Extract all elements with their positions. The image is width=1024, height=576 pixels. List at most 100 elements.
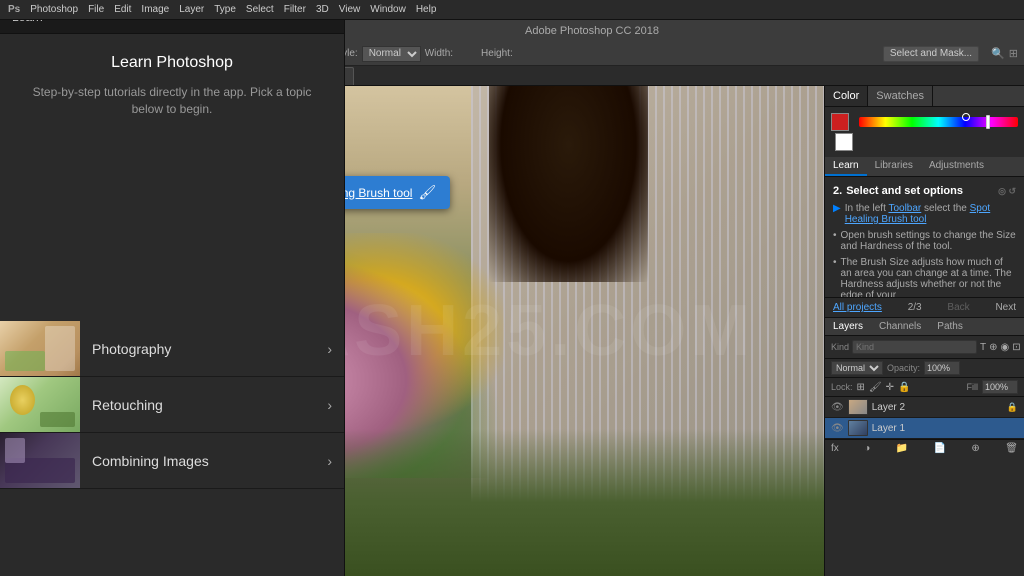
learn-app-title: Learn Photoshop	[16, 54, 328, 72]
panels-icon[interactable]: ⊞	[1009, 47, 1018, 60]
layers-props: Normal Opacity:	[825, 359, 1024, 378]
layer-2-thumb	[848, 399, 868, 415]
lock-all-icon[interactable]: 🔒	[898, 382, 910, 393]
opacity-input[interactable]	[924, 361, 960, 375]
color-picker-section	[825, 107, 1024, 157]
color-panel: Color Swatches	[825, 86, 1024, 157]
new-fill-adjustment-icon[interactable]: ◑	[864, 443, 870, 454]
all-projects-link[interactable]: All projects	[833, 302, 882, 313]
libraries-tab[interactable]: Libraries	[867, 157, 921, 176]
learn-item-combining[interactable]: Combining Images ›	[0, 433, 344, 489]
learn-tab[interactable]: Learn	[825, 157, 867, 176]
fill-input[interactable]	[982, 380, 1018, 394]
combining-thumb-image	[0, 433, 80, 488]
background-color-panel[interactable]	[835, 133, 853, 151]
adjustments-tab[interactable]: Adjustments	[921, 157, 992, 176]
new-layer-icon[interactable]: 📄	[934, 443, 946, 454]
fill-label: Fill	[967, 382, 979, 392]
menu-edit[interactable]: Edit	[114, 4, 131, 15]
lock-image-icon[interactable]: 🖌	[869, 382, 882, 393]
lock-position-icon[interactable]: ✛	[886, 382, 894, 393]
layers-tabs: Layers Channels Paths	[825, 318, 1024, 336]
learn-subtitle: Step-by-step tutorials directly in the a…	[16, 84, 328, 118]
photography-arrow-icon: ›	[327, 341, 344, 357]
search-icon[interactable]: 🔍	[991, 47, 1005, 60]
photography-label: Photography	[80, 341, 327, 357]
step-2: • Open brush settings to change the Size…	[833, 230, 1016, 252]
menu-image[interactable]: Image	[141, 4, 169, 15]
step-1: ▶ In the left Toolbar select the Spot He…	[833, 203, 1016, 225]
right-panel: Color Swatches	[824, 86, 1024, 576]
bullet-icon: •	[833, 230, 837, 252]
menu-bar: Ps Photoshop File Edit Image Layer Type …	[0, 0, 1024, 20]
step-2-text: Open brush settings to change the Size a…	[841, 230, 1016, 252]
menu-file[interactable]: File	[88, 4, 104, 15]
learn-item-photography[interactable]: Photography ›	[0, 321, 344, 377]
menu-type[interactable]: Type	[214, 4, 236, 15]
back-button[interactable]: Back	[947, 302, 969, 313]
select-mask-button[interactable]: Select and Mask...	[883, 46, 979, 62]
retouching-thumb-image	[0, 377, 80, 432]
layers-controls: Kind T ⊕ ◉ ⊡	[825, 336, 1024, 359]
new-layer-group-icon[interactable]: 📁	[896, 443, 908, 454]
step-title-text: Select and set options	[846, 185, 963, 197]
paths-tab[interactable]: Paths	[929, 318, 971, 335]
step-3: • The Brush Size adjusts how much of an …	[833, 257, 1016, 297]
blend-mode-select[interactable]: Normal	[831, 361, 883, 375]
width-label: Width:	[425, 48, 453, 59]
add-mask-icon[interactable]: ⊕	[971, 443, 979, 454]
color-panel-header: Color Swatches	[825, 86, 1024, 107]
layer-options-icon[interactable]: T	[980, 342, 986, 353]
opacity-label: Opacity:	[887, 363, 920, 373]
layer-visibility-filter[interactable]: ◉	[1001, 342, 1010, 353]
combining-arrow-icon: ›	[327, 453, 344, 469]
next-button[interactable]: Next	[995, 302, 1016, 313]
channels-tab[interactable]: Channels	[871, 318, 929, 335]
layer-2-name: Layer 2	[872, 402, 1003, 413]
layer-item-2[interactable]: 👁 Layer 2 🔒	[825, 397, 1024, 418]
color-picker-row	[831, 113, 1018, 151]
layers-tab[interactable]: Layers	[825, 318, 871, 335]
menu-help[interactable]: Help	[416, 4, 437, 15]
layer-1-name: Layer 1	[872, 423, 1018, 434]
learn-item-retouching[interactable]: Retouching ›	[0, 377, 344, 433]
combining-thumbnail	[0, 433, 80, 488]
swatches-tab[interactable]: Swatches	[868, 86, 933, 106]
hue-strip[interactable]	[859, 117, 1018, 127]
color-tab[interactable]: Color	[825, 86, 868, 106]
layers-search[interactable]	[852, 340, 977, 354]
step-3-text: The Brush Size adjusts how much of an ar…	[841, 257, 1016, 297]
menu-view[interactable]: View	[339, 4, 361, 15]
style-select[interactable]: Normal	[362, 46, 421, 62]
color-gradient-container	[859, 113, 1018, 127]
layers-footer: fx ◑ 📁 📄 ⊕ 🗑	[825, 439, 1024, 457]
menu-photoshop[interactable]: Photoshop	[30, 4, 78, 15]
menu-3d[interactable]: 3D	[316, 4, 329, 15]
lock-label: Lock:	[831, 382, 853, 392]
step-nav: All projects 2/3 Back Next	[825, 297, 1024, 317]
ps-logo: Ps	[8, 4, 20, 15]
layer-2-visibility-icon[interactable]: 👁	[831, 402, 844, 413]
foreground-color-panel[interactable]	[831, 113, 849, 131]
learn-section: Learn Libraries Adjustments 2. Select an…	[825, 157, 1024, 317]
layer-toggle[interactable]: ⊡	[1012, 342, 1020, 353]
layer-1-thumb	[848, 420, 868, 436]
menu-select[interactable]: Select	[246, 4, 274, 15]
delete-layer-icon[interactable]: 🗑	[1005, 443, 1018, 454]
lock-transparent-icon[interactable]: ⊞	[857, 382, 865, 393]
hue-indicator[interactable]	[986, 115, 990, 129]
color-boxes-panel	[831, 113, 853, 151]
toolbar-link[interactable]: Toolbar	[888, 203, 921, 214]
menu-window[interactable]: Window	[370, 4, 406, 15]
layer-filter-icon[interactable]: ⊕	[989, 342, 997, 353]
retouching-arrow-icon: ›	[327, 397, 344, 413]
layer-1-visibility-icon[interactable]: 👁	[831, 423, 844, 434]
step-controls: ◎ ↺	[998, 186, 1016, 197]
layer-item-1[interactable]: 👁 Layer 1	[825, 418, 1024, 439]
fx-icon[interactable]: fx	[831, 443, 839, 454]
layer-2-lock-icon: 🔒	[1007, 402, 1018, 413]
menu-filter[interactable]: Filter	[284, 4, 306, 15]
photography-thumb-image	[0, 321, 80, 376]
photography-thumbnail	[0, 321, 80, 376]
menu-layer[interactable]: Layer	[179, 4, 204, 15]
